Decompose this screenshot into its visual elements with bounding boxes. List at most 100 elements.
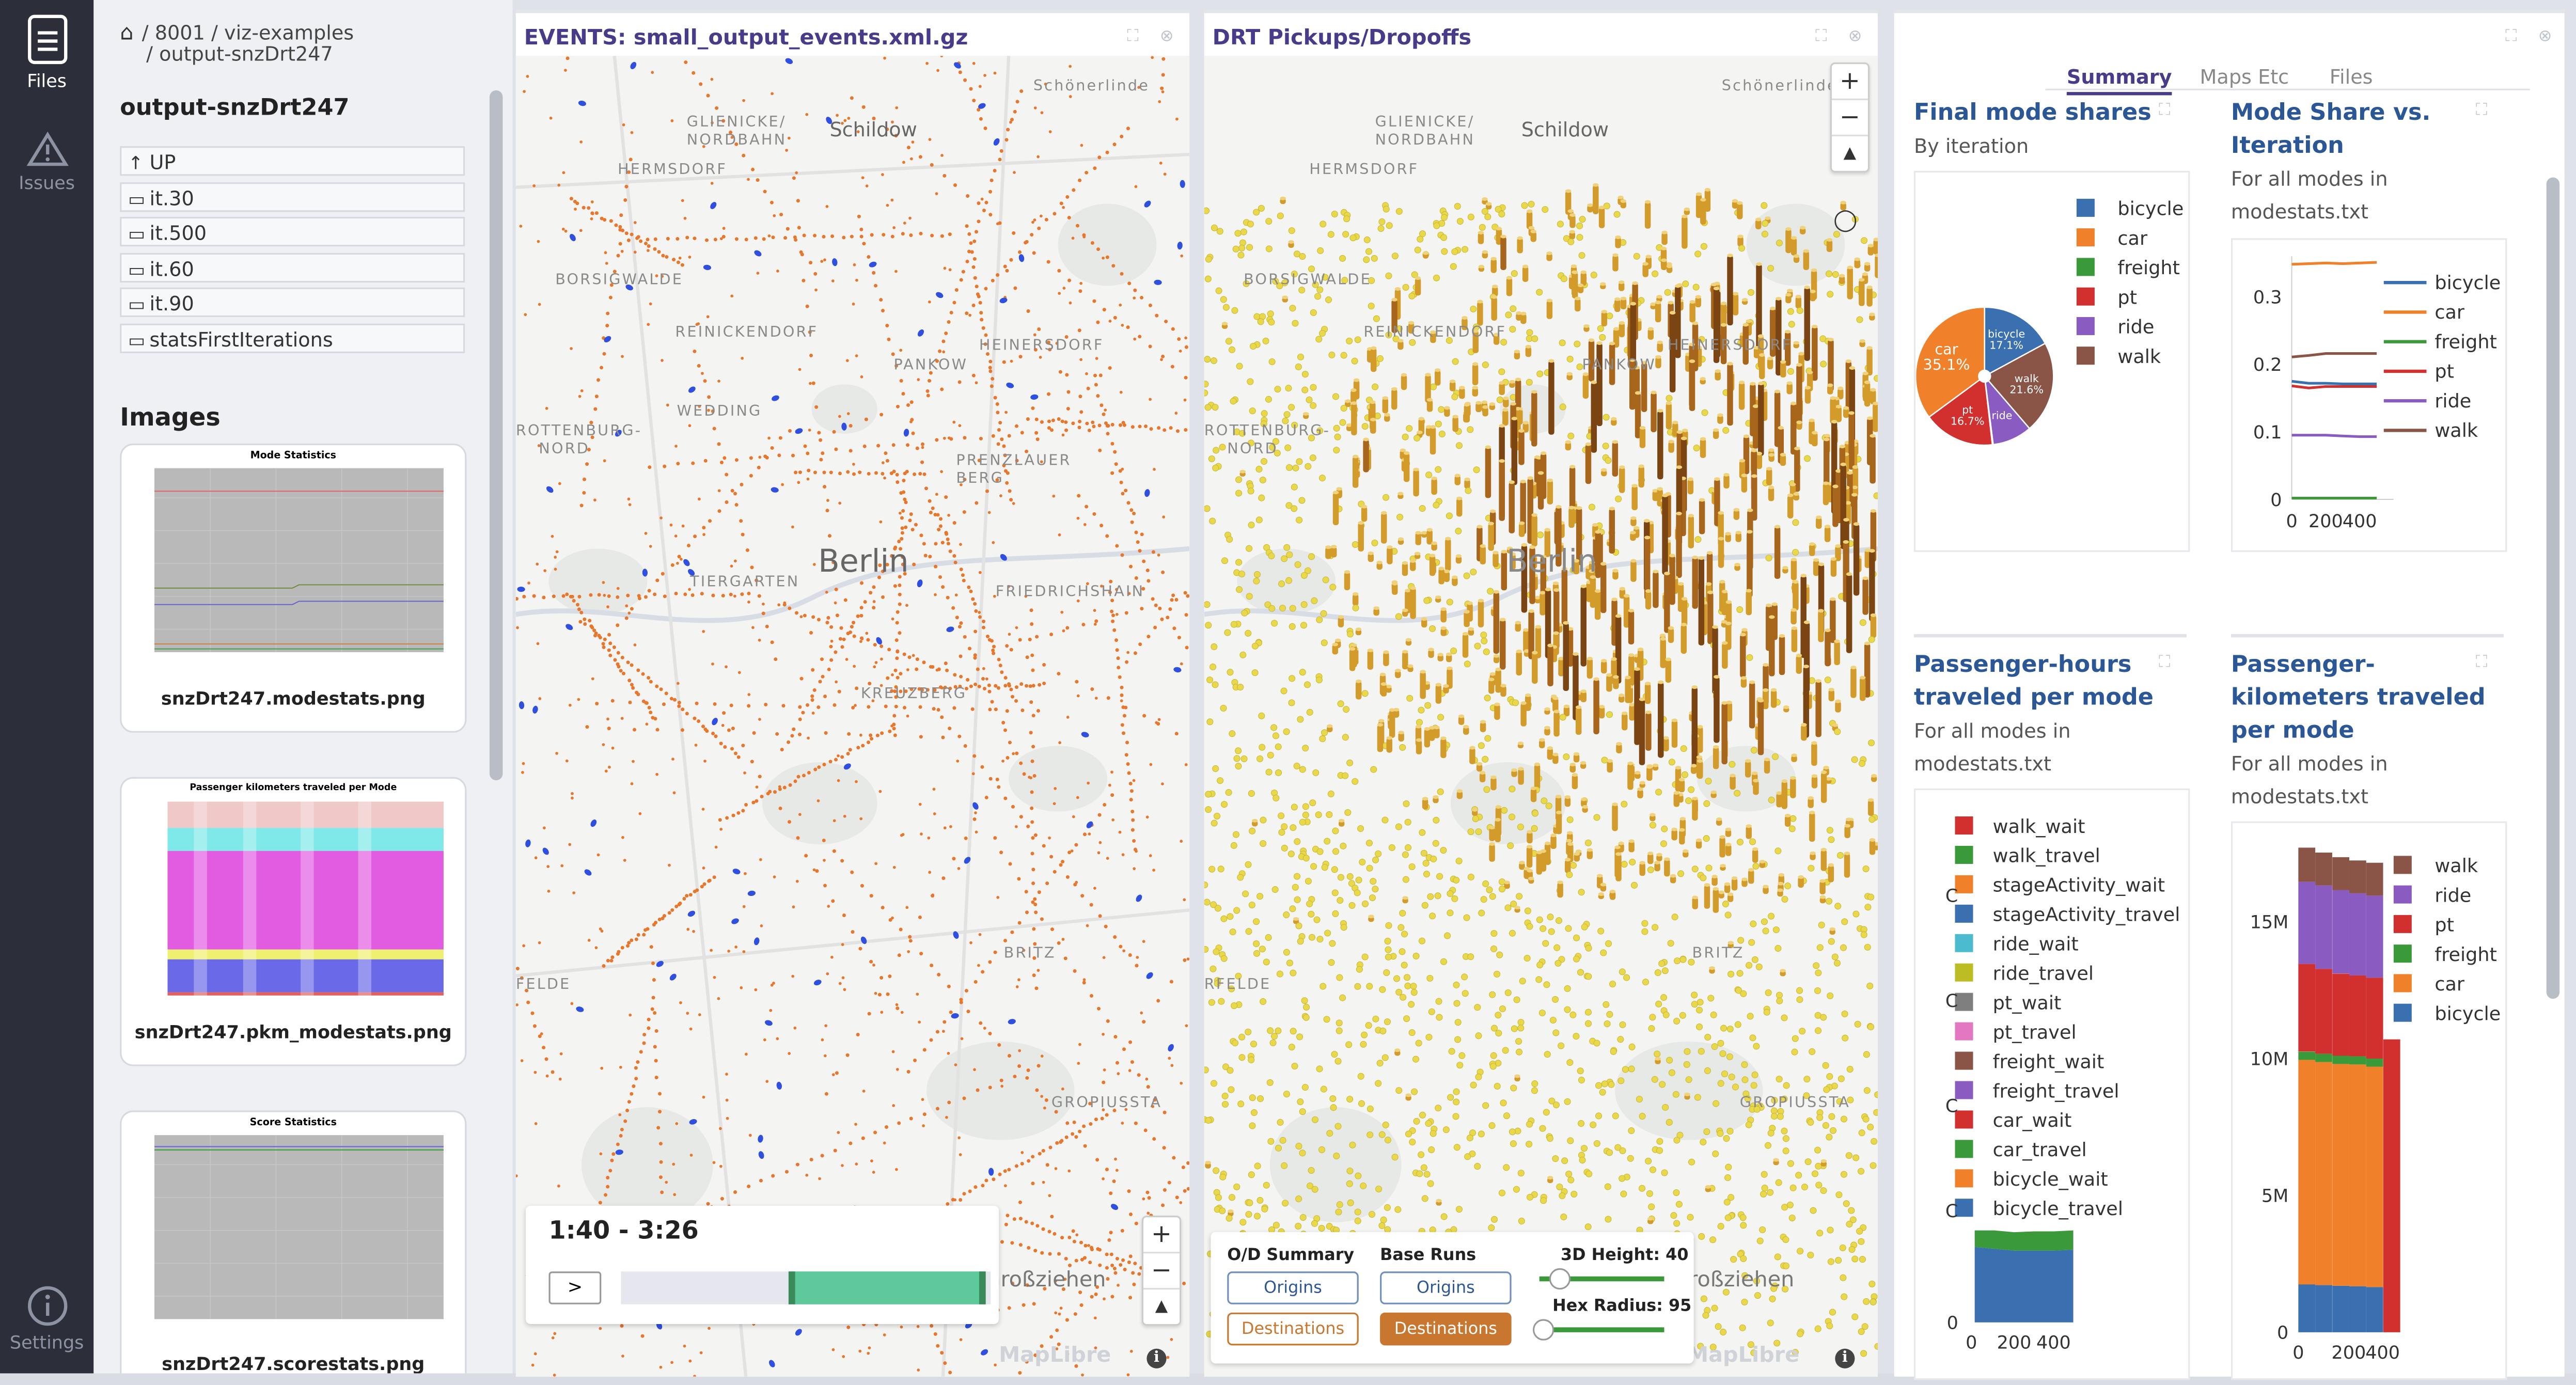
agent-dot	[693, 716, 697, 720]
agent-dot	[1033, 903, 1038, 907]
agent-dot	[978, 611, 981, 614]
agent-dot	[853, 263, 856, 266]
hex-cell	[1537, 531, 1544, 539]
folder-row-it90[interactable]: ▭ it.90	[120, 287, 465, 317]
settings-nav-button[interactable]: Settings	[0, 1285, 93, 1357]
agent-dot	[935, 1030, 939, 1034]
image-card-pkm-modestats[interactable]: Passenger kilometers traveled per Mode s…	[120, 777, 467, 1066]
agent-dot	[778, 436, 782, 440]
agent-dot	[933, 513, 937, 517]
agent-dot	[987, 511, 991, 514]
agent-dot	[607, 727, 611, 730]
hex-column-top	[1747, 508, 1753, 512]
folder-row-statsfirstiterations[interactable]: ▭ statsFirstIterations	[120, 323, 465, 353]
hex-column	[1530, 788, 1537, 802]
hex-column	[1681, 599, 1688, 626]
agent-dot	[729, 592, 733, 596]
folder-row-it60[interactable]: ▭ it.60	[120, 253, 465, 283]
compass-button[interactable]: ▲	[1143, 1289, 1180, 1324]
events-map[interactable]: Schönerlinde GLIENICKE/ NORDBAHN Schildo…	[515, 56, 1190, 1377]
hex-column-top	[1472, 386, 1479, 390]
breadcrumb-line-2[interactable]: / output-snzDrt247	[146, 43, 333, 66]
expand-icon[interactable]: ⛶	[1815, 29, 1832, 46]
attribution-info-icon[interactable]: i	[1146, 1348, 1167, 1368]
files-nav-button[interactable]: Files	[0, 13, 93, 98]
hex-column	[1370, 419, 1376, 434]
image-card-scorestats[interactable]: Score Statistics snzDrt247.scorestats.pn…	[120, 1110, 467, 1374]
zoom-in-button[interactable]: +	[1143, 1217, 1180, 1254]
hex-cell	[1343, 215, 1350, 223]
expand-icon[interactable]: ⛶	[1127, 29, 1143, 46]
close-icon[interactable]: ⊗	[1160, 29, 1176, 46]
folder-row-up[interactable]: ↑ UP	[120, 146, 465, 176]
home-icon[interactable]: ⌂	[120, 21, 133, 46]
hex-column-top	[1824, 525, 1831, 529]
hex-cell	[1682, 280, 1689, 288]
hex-cell	[1661, 825, 1668, 832]
agent-dot	[741, 744, 745, 748]
agent-dot	[748, 1134, 752, 1137]
folder-row-it30[interactable]: ▭ it.30	[120, 182, 465, 212]
agent-dot	[1097, 155, 1102, 160]
hex-column-top	[1407, 664, 1413, 668]
breadcrumb-line-1[interactable]: / 8001 / viz-examples	[142, 21, 354, 44]
hex-column	[1825, 630, 1831, 667]
agent-dot	[822, 470, 826, 475]
agent-dot	[658, 1175, 663, 1179]
agent-dot	[883, 476, 886, 480]
hex-column-top	[1425, 373, 1431, 377]
folder-row-it500[interactable]: ▭ it.500	[120, 216, 465, 247]
agent-dot	[1017, 921, 1022, 925]
events-map-canvas[interactable]	[515, 56, 1190, 1377]
agent-dot	[608, 765, 611, 769]
hex-cell	[1395, 613, 1402, 620]
play-button[interactable]: >	[548, 1271, 602, 1304]
close-icon[interactable]: ⊗	[1848, 29, 1865, 46]
hex-cell	[1541, 797, 1548, 805]
hex-column	[1387, 547, 1393, 564]
hex-column-top	[1614, 845, 1621, 849]
agent-dot	[835, 613, 839, 618]
hex-column	[1644, 201, 1651, 229]
hex-cell	[1413, 434, 1421, 442]
hex-cell	[1253, 209, 1260, 216]
agent-dot	[867, 1351, 870, 1355]
agent-dot	[626, 238, 631, 242]
hex-column-top	[1715, 369, 1721, 373]
hex-column	[1721, 703, 1727, 765]
hex-cell	[1316, 616, 1323, 623]
agent-dot	[1106, 857, 1109, 860]
agent-dot	[538, 941, 541, 945]
agent-dot	[1033, 1249, 1038, 1253]
hex-cell	[1260, 840, 1267, 847]
agent-dot	[619, 669, 623, 673]
time-slider-range[interactable]	[788, 1271, 986, 1304]
agent-dot	[896, 1006, 900, 1011]
agent-dot	[842, 914, 846, 918]
agent-dot	[901, 392, 905, 396]
time-slider-track[interactable]	[621, 1271, 991, 1304]
agent-dot	[897, 953, 901, 957]
agent-dot	[1000, 1240, 1004, 1244]
agent-dot	[719, 237, 723, 241]
hex-cell	[1204, 946, 1209, 953]
hex-column-top	[1852, 465, 1859, 469]
hex-cell	[1419, 829, 1426, 836]
agent-dot	[952, 301, 956, 305]
hex-cell	[1408, 292, 1416, 300]
agent-dot	[730, 747, 734, 751]
agent-dot	[1053, 1232, 1057, 1236]
browser-scrollbar[interactable]	[489, 90, 503, 781]
agent-dot	[942, 1030, 945, 1033]
hex-column-top	[1671, 827, 1677, 831]
hex-column	[1732, 293, 1739, 316]
drt-map-canvas[interactable]	[1204, 56, 1878, 1377]
hex-column	[1627, 763, 1633, 790]
image-card-modestats[interactable]: Mode Statistics snzDrt247.modestats.png	[120, 443, 467, 733]
drt-map[interactable]: Schönerlinde GLIENICKE/ NORDBAHN Schildo…	[1204, 56, 1878, 1377]
issues-nav-button[interactable]: Issues	[0, 131, 93, 197]
agent-dot	[710, 949, 713, 952]
hex-cell	[1297, 716, 1304, 723]
hex-column-top	[1517, 741, 1524, 745]
zoom-out-button[interactable]: −	[1143, 1253, 1180, 1290]
